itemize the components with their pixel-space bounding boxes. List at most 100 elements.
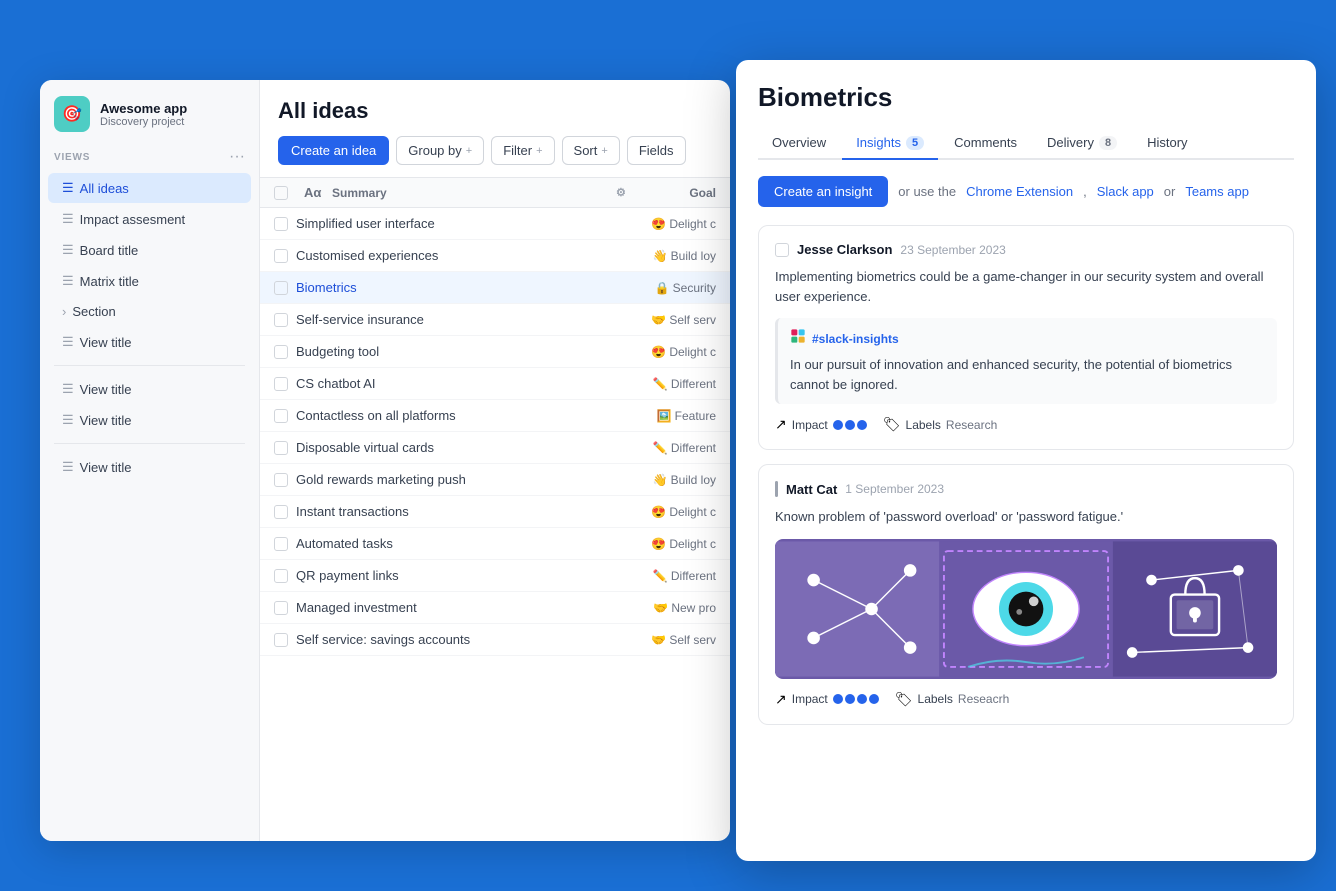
filter-button[interactable]: Filter +: [491, 136, 554, 165]
insight-card-2: Matt Cat 1 September 2023 Known problem …: [758, 464, 1294, 725]
sidebar-item-board[interactable]: ☰ Board title: [48, 235, 251, 265]
create-insight-button[interactable]: Create an insight: [758, 176, 888, 207]
row-checkbox[interactable]: [274, 249, 288, 263]
row-name: Contactless on all platforms: [296, 408, 628, 423]
table-row[interactable]: Gold rewards marketing push 👋 Build loy: [260, 464, 730, 496]
goal-text: Delight c: [669, 505, 716, 519]
goal-text: Delight c: [669, 537, 716, 551]
sidebar-divider-2: [54, 443, 245, 444]
teams-app-link[interactable]: Teams app: [1185, 184, 1249, 199]
tab-overview-label: Overview: [772, 135, 826, 150]
insight-meta-2: ↗ Impact 🏷 Labels Reseacrh: [775, 691, 1277, 708]
insight-checkbox[interactable]: [775, 243, 789, 257]
table-row[interactable]: Self service: savings accounts 🤝 Self se…: [260, 624, 730, 656]
ideas-title: All ideas: [278, 98, 712, 124]
goal-emoji: 🖼️: [657, 409, 672, 423]
dot-2: [845, 694, 855, 704]
row-name: CS chatbot AI: [296, 376, 628, 391]
row-checkbox[interactable]: [274, 441, 288, 455]
tab-delivery-label: Delivery: [1047, 135, 1094, 150]
row-checkbox[interactable]: [274, 569, 288, 583]
insights-badge: 5: [906, 136, 924, 150]
sidebar-item-view2[interactable]: ☰ View title: [48, 374, 251, 404]
row-goal: 🔒 Security: [636, 281, 716, 295]
tab-insights-label: Insights: [856, 135, 901, 150]
row-checkbox[interactable]: [274, 537, 288, 551]
table-row[interactable]: Customised experiences 👋 Build loy: [260, 240, 730, 272]
row-name: Gold rewards marketing push: [296, 472, 628, 487]
table-row[interactable]: Managed investment 🤝 New pro: [260, 592, 730, 624]
slack-app-link[interactable]: Slack app: [1097, 184, 1154, 199]
table-row[interactable]: CS chatbot AI ✏️ Different: [260, 368, 730, 400]
sidebar-item-view3[interactable]: ☰ View title: [48, 405, 251, 435]
dot-1: [833, 420, 843, 430]
labels-value: Research: [946, 418, 997, 432]
sidebar-item-view1[interactable]: ☰ View title: [48, 327, 251, 357]
group-by-button[interactable]: Group by +: [396, 136, 484, 165]
row-checkbox[interactable]: [274, 473, 288, 487]
goal-emoji: ✏️: [653, 377, 668, 391]
tab-insights[interactable]: Insights 5: [842, 127, 938, 160]
tab-history-label: History: [1147, 135, 1187, 150]
row-checkbox[interactable]: [274, 633, 288, 647]
table-row[interactable]: Disposable virtual cards ✏️ Different: [260, 432, 730, 464]
or-text-2: or: [1164, 184, 1176, 199]
sort-button[interactable]: Sort +: [562, 136, 620, 165]
row-checkbox[interactable]: [274, 505, 288, 519]
row-goal: ✏️ Different: [636, 377, 716, 391]
table-row[interactable]: QR payment links ✏️ Different: [260, 560, 730, 592]
goal-text: Different: [671, 377, 716, 391]
tab-history[interactable]: History: [1133, 127, 1201, 160]
insight-line: [775, 481, 778, 497]
table-row[interactable]: Budgeting tool 😍 Delight c: [260, 336, 730, 368]
row-checkbox[interactable]: [274, 281, 288, 295]
table-row[interactable]: Contactless on all platforms 🖼️ Feature: [260, 400, 730, 432]
goal-text: New pro: [671, 601, 716, 615]
labels-icon-2: 🏷: [895, 691, 913, 708]
sidebar-item-all-ideas[interactable]: ☰ All ideas: [48, 173, 251, 203]
tab-comments[interactable]: Comments: [940, 127, 1031, 160]
impact-label-2: Impact: [792, 692, 828, 706]
impact-label: Impact assesment: [80, 212, 186, 227]
sidebar-item-section[interactable]: › Section: [48, 297, 251, 326]
goal-text: Delight c: [669, 217, 716, 231]
row-name: Self service: savings accounts: [296, 632, 628, 647]
goal-emoji: ✏️: [653, 569, 668, 583]
table-row[interactable]: Automated tasks 😍 Delight c: [260, 528, 730, 560]
sidebar-item-view4[interactable]: ☰ View title: [48, 452, 251, 482]
table-row[interactable]: Instant transactions 😍 Delight c: [260, 496, 730, 528]
fields-button[interactable]: Fields: [627, 136, 686, 165]
labels-icon: 🏷: [883, 416, 901, 433]
table-row-biometrics[interactable]: Biometrics 🔒 Security: [260, 272, 730, 304]
sidebar-item-matrix[interactable]: ☰ Matrix title: [48, 266, 251, 296]
create-idea-button[interactable]: Create an idea: [278, 136, 389, 165]
row-checkbox[interactable]: [274, 345, 288, 359]
insight-date: 23 September 2023: [900, 243, 1005, 257]
row-checkbox[interactable]: [274, 313, 288, 327]
table-row[interactable]: Self-service insurance 🤝 Self serv: [260, 304, 730, 336]
row-name: Budgeting tool: [296, 344, 628, 359]
tab-delivery[interactable]: Delivery 8: [1033, 127, 1131, 160]
row-checkbox[interactable]: [274, 601, 288, 615]
row-goal: ✏️ Different: [636, 441, 716, 455]
table-row[interactable]: Simplified user interface 😍 Delight c: [260, 208, 730, 240]
dot-1: [833, 694, 843, 704]
sort-plus: +: [601, 145, 607, 157]
biometric-illustration: [775, 539, 1277, 679]
row-goal: 👋 Build loy: [636, 473, 716, 487]
insight-author: Jesse Clarkson: [797, 242, 892, 257]
group-by-plus: +: [466, 145, 472, 157]
row-checkbox[interactable]: [274, 217, 288, 231]
row-checkbox[interactable]: [274, 377, 288, 391]
tab-overview[interactable]: Overview: [758, 127, 840, 160]
detail-tabs: Overview Insights 5 Comments Delivery 8 …: [758, 127, 1294, 160]
row-goal: 😍 Delight c: [636, 537, 716, 551]
views-menu-button[interactable]: ···: [229, 148, 245, 166]
row-checkbox[interactable]: [274, 409, 288, 423]
goal-emoji: 😍: [651, 345, 666, 359]
detail-body: Create an insight or use the Chrome Exte…: [736, 160, 1316, 861]
row-name: Customised experiences: [296, 248, 628, 263]
header-checkbox[interactable]: [274, 186, 288, 200]
sidebar-item-impact[interactable]: ☰ Impact assesment: [48, 204, 251, 234]
chrome-ext-link[interactable]: Chrome Extension: [966, 184, 1073, 199]
